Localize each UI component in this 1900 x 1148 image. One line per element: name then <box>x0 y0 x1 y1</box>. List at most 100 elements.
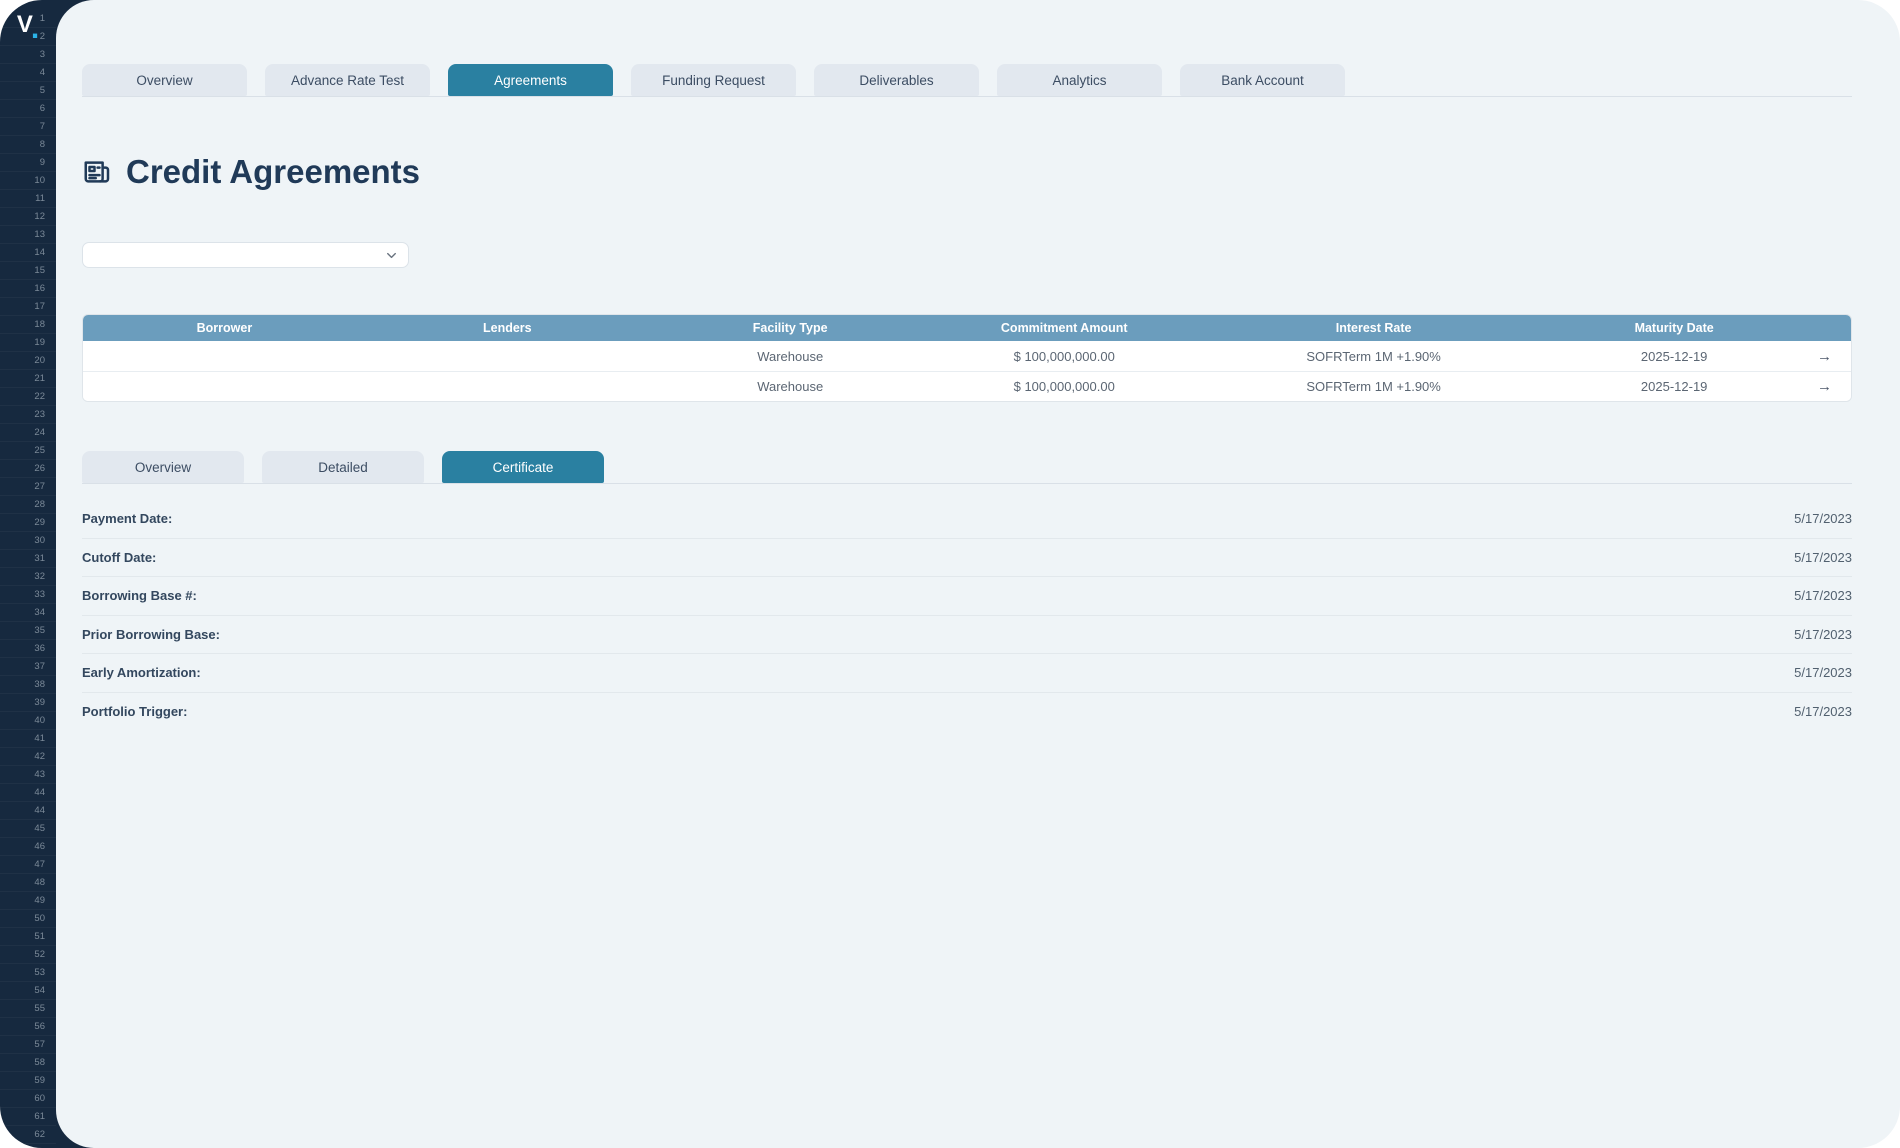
ruler-line-number: 19 <box>0 334 56 352</box>
field-label: Early Amortization: <box>82 665 201 680</box>
cell-commitment-amount: $ 100,000,000.00 <box>932 379 1197 394</box>
ruler-line-number: 26 <box>0 460 56 478</box>
ruler-line-number: 12 <box>0 208 56 226</box>
tab-agreements[interactable]: Agreements <box>448 64 613 96</box>
tab-deliverables[interactable]: Deliverables <box>814 64 979 96</box>
ruler-line-number: 50 <box>0 910 56 928</box>
ruler-line-number: 10 <box>0 172 56 190</box>
agreements-table: BorrowerLendersFacility TypeCommitment A… <box>82 314 1852 402</box>
cell-facility-type: Warehouse <box>649 379 932 394</box>
cell-interest-rate: SOFRTerm 1M +1.90% <box>1197 379 1551 394</box>
field-value: 5/17/2023 <box>1794 627 1852 642</box>
page-title: Credit Agreements <box>126 153 420 191</box>
ruler-line-number: 43 <box>0 766 56 784</box>
agreements-table-body: Warehouse $ 100,000,000.00 SOFRTerm 1M +… <box>83 341 1851 401</box>
table-column-header: Facility Type <box>649 321 932 335</box>
ruler-line-number: 48 <box>0 874 56 892</box>
ruler-line-number: 39 <box>0 694 56 712</box>
field-value: 5/17/2023 <box>1794 704 1852 719</box>
certificate-fields: Payment Date: 5/17/2023 Cutoff Date: 5/1… <box>82 500 1852 731</box>
ruler-line-number: 22 <box>0 388 56 406</box>
agreements-table-header: BorrowerLendersFacility TypeCommitment A… <box>83 315 1851 341</box>
table-column-header: Lenders <box>366 321 649 335</box>
ruler-line-number: 52 <box>0 946 56 964</box>
field-label: Cutoff Date: <box>82 550 156 565</box>
certificate-field-row: Cutoff Date: 5/17/2023 <box>82 539 1852 578</box>
table-column-header: Commitment Amount <box>932 321 1197 335</box>
ruler-line-number: 3 <box>0 46 56 64</box>
ruler-line-number: 31 <box>0 550 56 568</box>
ruler-line-number: 61 <box>0 1108 56 1126</box>
ruler-line-number: 41 <box>0 730 56 748</box>
ruler-line-number: 46 <box>0 838 56 856</box>
certificate-field-row: Prior Borrowing Base: 5/17/2023 <box>82 616 1852 655</box>
subtab-certificate[interactable]: Certificate <box>442 451 604 483</box>
table-column-header: Maturity Date <box>1550 321 1798 335</box>
ruler-line-number: 35 <box>0 622 56 640</box>
ruler-line-number: 6 <box>0 100 56 118</box>
certificate-field-row: Early Amortization: 5/17/2023 <box>82 654 1852 693</box>
ruler-line-number: 11 <box>0 190 56 208</box>
certificate-field-row: Payment Date: 5/17/2023 <box>82 500 1852 539</box>
ruler-line-number: 17 <box>0 298 56 316</box>
ruler-line-number: 55 <box>0 1000 56 1018</box>
cell-commitment-amount: $ 100,000,000.00 <box>932 349 1197 364</box>
ruler-line-number: 42 <box>0 748 56 766</box>
ruler-line-number: 36 <box>0 640 56 658</box>
subtab-overview[interactable]: Overview <box>82 451 244 483</box>
ruler-line-number: 56 <box>0 1018 56 1036</box>
deal-select[interactable] <box>82 242 409 268</box>
ruler-line-number: 24 <box>0 424 56 442</box>
ruler-line-number: 23 <box>0 406 56 424</box>
field-value: 5/17/2023 <box>1794 665 1852 680</box>
table-column-header: Borrower <box>83 321 366 335</box>
subtab-detailed[interactable]: Detailed <box>262 451 424 483</box>
ruler-line-number: 58 <box>0 1054 56 1072</box>
ruler-line-number: 37 <box>0 658 56 676</box>
ruler-line-number: 32 <box>0 568 56 586</box>
ruler-line-number: 44 <box>0 802 56 820</box>
tab-funding-request[interactable]: Funding Request <box>631 64 796 96</box>
tab-overview[interactable]: Overview <box>82 64 247 96</box>
ruler-line-numbers: 1234567891011121314151617181920212223242… <box>0 10 56 1144</box>
field-value: 5/17/2023 <box>1794 550 1852 565</box>
ruler-line-number: 54 <box>0 982 56 1000</box>
ruler-line-number: 16 <box>0 280 56 298</box>
table-row[interactable]: Warehouse $ 100,000,000.00 SOFRTerm 1M +… <box>83 371 1851 401</box>
row-arrow-icon[interactable]: → <box>1798 378 1851 395</box>
ruler-line-number: 47 <box>0 856 56 874</box>
ruler-line-number: 62 <box>0 1126 56 1144</box>
field-value: 5/17/2023 <box>1794 511 1852 526</box>
ruler-line-number: 44 <box>0 784 56 802</box>
tab-bank-account[interactable]: Bank Account <box>1180 64 1345 96</box>
ruler-line-number: 51 <box>0 928 56 946</box>
ruler-line-number: 15 <box>0 262 56 280</box>
ruler-line-number: 28 <box>0 496 56 514</box>
tab-analytics[interactable]: Analytics <box>997 64 1162 96</box>
ruler-line-number: 30 <box>0 532 56 550</box>
cell-facility-type: Warehouse <box>649 349 932 364</box>
ruler-line-number: 4 <box>0 64 56 82</box>
secondary-tabbar: Overview Detailed Certificate <box>82 451 1852 484</box>
cell-interest-rate: SOFRTerm 1M +1.90% <box>1197 349 1551 364</box>
primary-tabbar: Overview Advance Rate Test Agreements Fundi… <box>82 64 1852 97</box>
table-row[interactable]: Warehouse $ 100,000,000.00 SOFRTerm 1M +… <box>83 341 1851 371</box>
tab-advance-rate-test[interactable]: Advance Rate Test <box>265 64 430 96</box>
ruler-line-number: 45 <box>0 820 56 838</box>
ruler-line-number: 53 <box>0 964 56 982</box>
ruler-line-number: 59 <box>0 1072 56 1090</box>
ruler-line-number: 13 <box>0 226 56 244</box>
ruler-line-number: 8 <box>0 136 56 154</box>
row-arrow-icon[interactable]: → <box>1798 348 1851 365</box>
table-column-header: Interest Rate <box>1197 321 1551 335</box>
ruler-line-number: 60 <box>0 1090 56 1108</box>
ruler-line-number: 5 <box>0 82 56 100</box>
ruler-line-number: 2 <box>0 28 56 46</box>
page-header: Credit Agreements <box>82 153 1852 191</box>
ruler-line-number: 25 <box>0 442 56 460</box>
newspaper-icon <box>82 157 112 187</box>
field-value: 5/17/2023 <box>1794 588 1852 603</box>
ruler-line-number: 14 <box>0 244 56 262</box>
ruler-line-number: 40 <box>0 712 56 730</box>
content-panel: Overview Advance Rate Test Agreements Fundi… <box>56 0 1900 1148</box>
